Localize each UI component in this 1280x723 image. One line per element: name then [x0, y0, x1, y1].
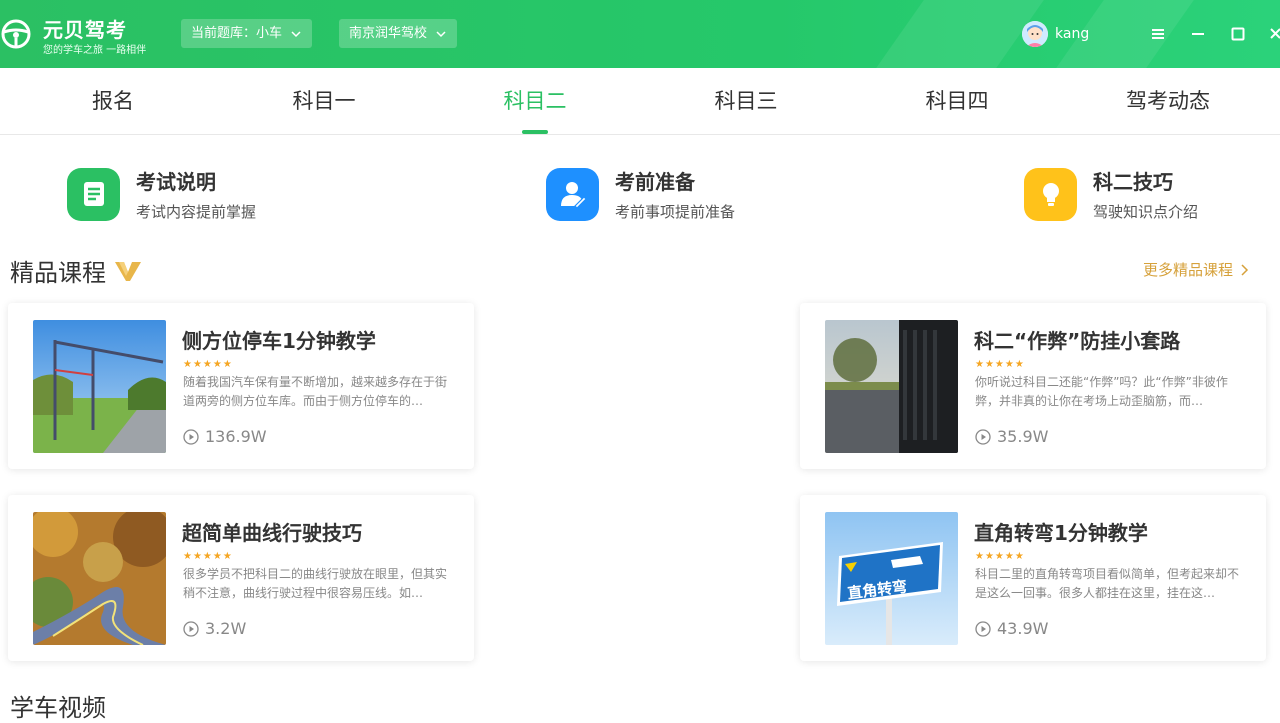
play-icon [975, 428, 991, 445]
course-thumbnail [825, 320, 958, 453]
entry-subtitle: 考试内容提前掌握 [136, 203, 257, 221]
course-thumbnail: 直角转弯 [825, 512, 958, 645]
course-title: 直角转弯1分钟教学 [974, 521, 1148, 545]
play-count: 136.9W [183, 427, 267, 446]
tab-subject-three[interactable]: 科目三 [646, 68, 846, 135]
exam-instructions-entry[interactable]: 考试说明 考试内容提前掌握 [67, 166, 256, 222]
document-icon [67, 167, 120, 221]
question-bank-label: 当前题库：小车 [191, 26, 283, 41]
learning-videos-header: 学车视频 [10, 688, 106, 723]
course-card[interactable]: 科二“作弊”防挂小套路 ★★★★★ 你听说过科目二还能“作弊”吗？此“作弊”非彼… [800, 303, 1266, 469]
course-thumbnail [33, 320, 166, 453]
tab-subject-four[interactable]: 科目四 [857, 68, 1057, 135]
entry-subtitle: 考前事项提前准备 [615, 203, 736, 221]
close-icon[interactable] [1266, 24, 1280, 44]
user-edit-icon [546, 167, 599, 221]
chevron-down-icon [436, 30, 446, 37]
rating-stars: ★★★★★ [975, 359, 1025, 370]
question-bank-dropdown[interactable]: 当前题库：小车 [181, 19, 313, 48]
play-count-value: 3.2W [205, 619, 247, 638]
play-icon [975, 620, 991, 637]
course-description: 随着我国汽车保有量不断增加，越来越多存在于街道两旁的侧方位车库。而由于侧方位停车… [183, 375, 448, 408]
rating-stars: ★★★★★ [183, 551, 233, 562]
active-tab-indicator [522, 130, 548, 134]
play-count: 35.9W [975, 427, 1048, 446]
play-count: 43.9W [975, 619, 1048, 638]
school-dropdown[interactable]: 南京润华驾校 [339, 19, 458, 48]
app-title: 元贝驾考 [43, 18, 127, 42]
subject-tabs: 报名 科目一 科目二 科目三 科目四 驾考动态 [0, 68, 1280, 135]
app-subtitle: 您的学车之旅 一路相伴 [43, 45, 147, 56]
chevron-right-icon [1241, 263, 1249, 276]
tab-label: 科目三 [714, 89, 778, 113]
play-count-value: 43.9W [997, 619, 1049, 638]
entry-title: 科二技巧 [1093, 170, 1173, 194]
course-thumbnail [33, 512, 166, 645]
course-description: 很多学员不把科目二的曲线行驶放在眼里，但其实稍不注意，曲线行驶过程中很容易压线。… [183, 567, 448, 600]
play-icon [183, 428, 199, 445]
course-title: 超简单曲线行驶技巧 [182, 521, 362, 545]
avatar [1022, 21, 1048, 47]
entry-title: 考试说明 [136, 170, 216, 194]
entry-subtitle: 驾驶知识点介绍 [1093, 203, 1199, 221]
play-icon [183, 620, 199, 637]
course-description: 你听说过科目二还能“作弊”吗？此“作弊”非彼作弊，并非真的让你在考场上动歪脑筋，… [975, 375, 1228, 408]
tab-subject-one[interactable]: 科目一 [224, 68, 424, 135]
course-card[interactable]: 超简单曲线行驶技巧 ★★★★★ 很多学员不把科目二的曲线行驶放在眼里，但其实稍不… [8, 495, 474, 661]
menu-icon[interactable] [1148, 24, 1168, 44]
vip-icon [115, 261, 141, 281]
tab-label: 科目二 [503, 89, 567, 113]
entry-title: 考前准备 [615, 170, 695, 194]
premium-courses-header: 精品课程 [10, 253, 142, 288]
tab-label: 驾考动态 [1126, 89, 1210, 113]
title-bar: 元贝驾考 您的学车之旅 一路相伴 当前题库：小车 南京润华驾校 kang [0, 0, 1280, 68]
steering-wheel-icon [1, 19, 31, 49]
course-description: 科目二里的直角转弯项目看似简单，但考起来却不是这么一回事。很多人都挂在这里，挂在… [975, 567, 1240, 600]
subject-two-tips-entry[interactable]: 科二技巧 驾驶知识点介绍 [1024, 166, 1198, 222]
chevron-down-icon [291, 30, 301, 37]
rating-stars: ★★★★★ [975, 551, 1025, 562]
school-label: 南京润华驾校 [349, 26, 428, 41]
user-profile[interactable]: kang [1022, 21, 1089, 47]
course-title: 侧方位停车1分钟教学 [182, 329, 376, 353]
rating-stars: ★★★★★ [183, 359, 233, 370]
lightbulb-icon [1024, 167, 1077, 221]
tab-label: 科目一 [292, 89, 356, 113]
minimize-icon[interactable] [1188, 24, 1208, 44]
course-card[interactable]: 侧方位停车1分钟教学 ★★★★★ 随着我国汽车保有量不断增加，越来越多存在于街道… [8, 303, 474, 469]
course-card[interactable]: 直角转弯 直角转弯1分钟教学 ★★★★★ 科目二里的直角转弯项目看似简单，但考起… [800, 495, 1266, 661]
more-premium-courses-link[interactable]: 更多精品课程 [1143, 259, 1249, 280]
section-title: 精品课程 [10, 259, 106, 287]
tab-exam-news[interactable]: 驾考动态 [1068, 68, 1268, 135]
username: kang [1055, 26, 1090, 42]
exam-preparation-entry[interactable]: 考前准备 考前事项提前准备 [546, 166, 735, 222]
tab-label: 报名 [92, 89, 134, 113]
tab-signup[interactable]: 报名 [13, 68, 213, 135]
play-count-value: 136.9W [205, 427, 267, 446]
tab-subject-two[interactable]: 科目二 [435, 68, 635, 135]
section-title: 学车视频 [10, 694, 106, 722]
play-count: 3.2W [183, 619, 246, 638]
maximize-icon[interactable] [1228, 24, 1248, 44]
tab-label: 科目四 [925, 89, 989, 113]
course-title: 科二“作弊”防挂小套路 [974, 329, 1181, 353]
header-decoration [876, 0, 1044, 68]
play-count-value: 35.9W [997, 427, 1049, 446]
more-label: 更多精品课程 [1143, 261, 1234, 279]
